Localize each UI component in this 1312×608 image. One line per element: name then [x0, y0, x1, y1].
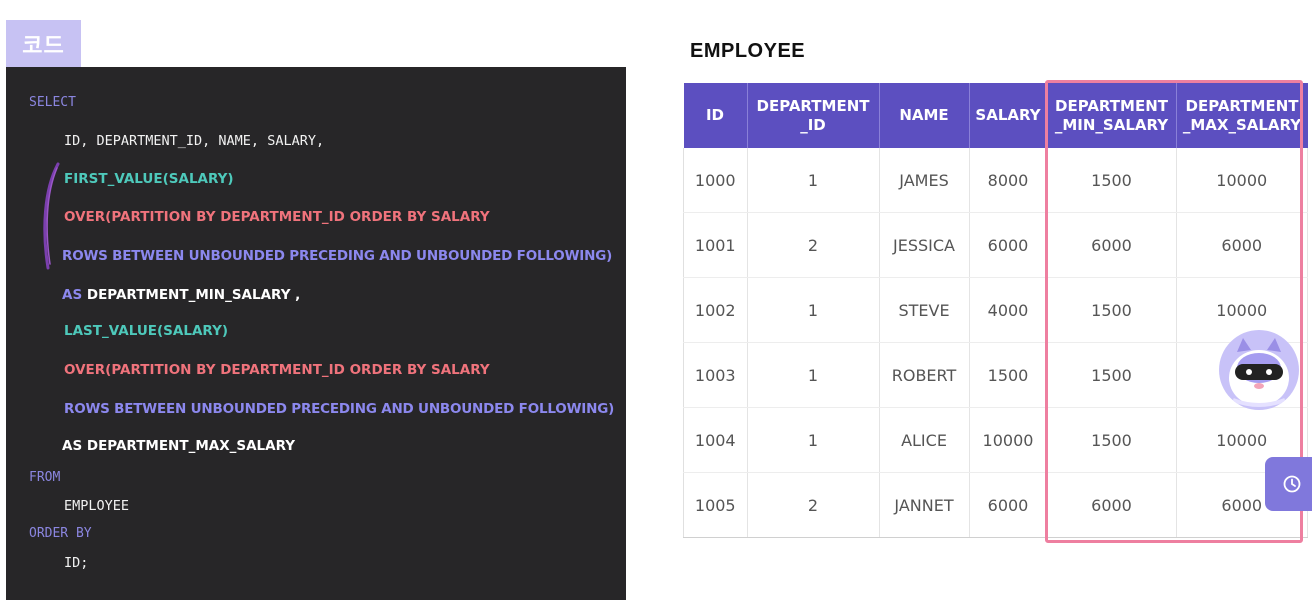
cell-name: ALICE: [879, 407, 970, 473]
cell-id: 1002: [683, 277, 748, 343]
cell-max-salary: 6000: [1176, 212, 1308, 278]
header-name: NAME: [879, 83, 970, 148]
header-id: ID: [683, 83, 748, 148]
cell-min-salary: 1500: [1047, 148, 1177, 213]
cell-salary: 8000: [969, 148, 1048, 213]
table-row: 1004 1 ALICE 10000 1500 10000: [683, 407, 1308, 473]
header-department-min-salary: DEPARTMENT _MIN_SALARY: [1047, 83, 1177, 148]
table-title: EMPLOYEE: [690, 40, 806, 62]
code-first-value: FIRST_VALUE(SALARY): [64, 171, 234, 187]
employee-table: ID DEPARTMENT _ID NAME SALARY DEPARTMENT…: [683, 83, 1308, 538]
code-order-column: ID;: [64, 555, 89, 571]
code-as-min-name: DEPARTMENT_MIN_SALARY ,: [86, 287, 301, 303]
cell-salary: 1500: [969, 342, 1048, 408]
cell-department-id: 1: [747, 342, 880, 408]
cell-id: 1000: [683, 148, 748, 213]
cell-id: 1003: [683, 342, 748, 408]
cell-salary: 10000: [969, 407, 1048, 473]
cat-mascot-icon[interactable]: [1219, 330, 1299, 410]
cell-min-salary: 1500: [1047, 407, 1177, 473]
cell-name: JANNET: [879, 472, 970, 538]
cell-name: JAMES: [879, 148, 970, 213]
cell-name: JESSICA: [879, 212, 970, 278]
code-select-keyword: SELECT: [29, 95, 76, 110]
code-rows-clause-2: ROWS BETWEEN UNBOUNDED PRECEDING AND UNB…: [64, 401, 615, 417]
code-over-clause-1: OVER(PARTITION BY DEPARTMENT_ID ORDER BY…: [64, 209, 490, 225]
cell-id: 1005: [683, 472, 748, 538]
header-department-id: DEPARTMENT _ID: [747, 83, 880, 148]
cell-salary: 6000: [969, 212, 1048, 278]
cell-department-id: 1: [747, 407, 880, 473]
code-as-max: AS DEPARTMENT_MAX_SALARY: [62, 438, 296, 454]
cell-min-salary: 1500: [1047, 342, 1177, 408]
code-from-table: EMPLOYEE: [64, 498, 130, 514]
code-over-clause-2: OVER(PARTITION BY DEPARTMENT_ID ORDER BY…: [64, 362, 490, 378]
header-salary: SALARY: [969, 83, 1048, 148]
table-row: 1005 2 JANNET 6000 6000 6000: [683, 472, 1308, 538]
cell-salary: 4000: [969, 277, 1048, 343]
cell-id: 1004: [683, 407, 748, 473]
code-rows-clause-1: ROWS BETWEEN UNBOUNDED PRECEDING AND UNB…: [62, 248, 613, 264]
cell-min-salary: 6000: [1047, 472, 1177, 538]
cell-max-salary: 10000: [1176, 148, 1308, 213]
code-order-keyword: ORDER BY: [29, 526, 92, 541]
cell-salary: 6000: [969, 472, 1048, 538]
table-row: 1002 1 STEVE 4000 1500 10000: [683, 277, 1308, 343]
cell-department-id: 2: [747, 212, 880, 278]
cell-id: 1001: [683, 212, 748, 278]
cell-name: ROBERT: [879, 342, 970, 408]
bracket-annotation: [43, 162, 60, 270]
cell-name: STEVE: [879, 277, 970, 343]
history-button[interactable]: [1265, 457, 1312, 511]
code-from-keyword: FROM: [29, 470, 61, 485]
header-department-max-salary: DEPARTMENT _MAX_SALARY: [1176, 83, 1308, 148]
clock-icon: [1283, 475, 1301, 493]
cell-department-id: 1: [747, 277, 880, 343]
cell-department-id: 2: [747, 472, 880, 538]
cell-department-id: 1: [747, 148, 880, 213]
code-last-value: LAST_VALUE(SALARY): [64, 323, 229, 339]
table-row: 1000 1 JAMES 8000 1500 10000: [683, 148, 1308, 213]
code-tab[interactable]: 코드: [6, 20, 81, 67]
cell-min-salary: 1500: [1047, 277, 1177, 343]
code-select-columns: ID, DEPARTMENT_ID, NAME, SALARY,: [64, 133, 325, 149]
cell-min-salary: 6000: [1047, 212, 1177, 278]
code-as-min: AS DEPARTMENT_MIN_SALARY ,: [62, 287, 300, 303]
table-row: 1003 1 ROBERT 1500 1500 1: [683, 342, 1308, 408]
table-row: 1001 2 JESSICA 6000 6000 6000: [683, 212, 1308, 278]
table-header-row: ID DEPARTMENT _ID NAME SALARY DEPARTMENT…: [683, 83, 1308, 148]
code-as-keyword: AS: [62, 287, 83, 303]
